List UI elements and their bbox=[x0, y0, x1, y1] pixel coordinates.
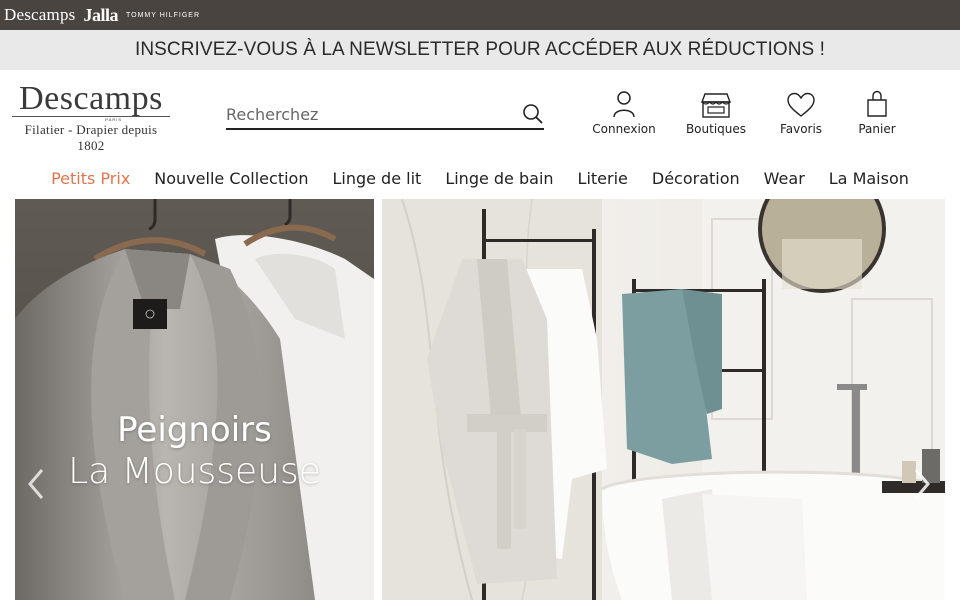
stores-button[interactable]: Boutiques bbox=[676, 88, 756, 136]
newsletter-banner[interactable]: INSCRIVEZ-VOUS À LA NEWSLETTER POUR ACCÉ… bbox=[0, 30, 960, 70]
nav-item-linge-de-lit[interactable]: Linge de lit bbox=[320, 168, 433, 192]
hero-image-bathrobe-closeup[interactable] bbox=[15, 199, 374, 600]
nav-item-nouvelle-collection[interactable]: Nouvelle Collection bbox=[142, 168, 320, 192]
brand-link-jalla[interactable]: Jalla bbox=[83, 5, 118, 26]
favorites-button[interactable]: Favoris bbox=[761, 88, 841, 136]
hero-caption-line1: Peignoirs bbox=[117, 410, 272, 450]
hero-caption-line2: La Mousseuse bbox=[68, 451, 321, 492]
search-icon[interactable] bbox=[522, 103, 544, 125]
user-icon bbox=[584, 88, 664, 118]
cart-label: Panier bbox=[858, 122, 896, 136]
nav-item-linge-de-bain[interactable]: Linge de bain bbox=[433, 168, 565, 192]
main-nav: Petits Prix Nouvelle Collection Linge de… bbox=[0, 168, 960, 192]
heart-icon bbox=[761, 88, 841, 118]
search-input[interactable] bbox=[226, 101, 506, 127]
chevron-right-icon[interactable] bbox=[908, 466, 934, 502]
store-icon bbox=[676, 88, 756, 118]
brand-tommy-label: TOMMY HILFIGER bbox=[125, 11, 201, 19]
brand-link-tommy-hilfiger[interactable]: TOMMY HILFIGER bbox=[126, 12, 200, 19]
hero-caption: Peignoirs La Mousseuse bbox=[15, 410, 374, 494]
logo-tagline: Filatier - Drapier depuis 1802 bbox=[24, 122, 158, 153]
bag-icon bbox=[837, 88, 917, 118]
nav-item-literie[interactable]: Literie bbox=[566, 168, 640, 192]
chevron-left-icon[interactable] bbox=[24, 466, 50, 502]
logo-name: Descamps bbox=[19, 80, 163, 117]
brand-link-descamps[interactable]: Descamps bbox=[4, 5, 75, 25]
nav-item-wear[interactable]: Wear bbox=[752, 168, 817, 192]
cart-button[interactable]: Panier bbox=[837, 88, 917, 136]
brand-bar: Descamps Jalla TOMMY HILFIGER bbox=[0, 0, 960, 30]
nav-item-la-maison[interactable]: La Maison bbox=[817, 168, 921, 192]
site-logo[interactable]: Descamps PARIS Filatier - Drapier depuis… bbox=[10, 82, 172, 154]
favorites-label: Favoris bbox=[779, 122, 823, 136]
search-bar bbox=[226, 100, 544, 130]
login-label: Connexion bbox=[592, 122, 656, 136]
nav-item-petits-prix[interactable]: Petits Prix bbox=[39, 168, 142, 192]
hero-image-bathroom[interactable] bbox=[382, 199, 945, 600]
login-button[interactable]: Connexion bbox=[584, 88, 664, 136]
nav-item-decoration[interactable]: Décoration bbox=[640, 168, 752, 192]
stores-label: Boutiques bbox=[685, 122, 747, 136]
